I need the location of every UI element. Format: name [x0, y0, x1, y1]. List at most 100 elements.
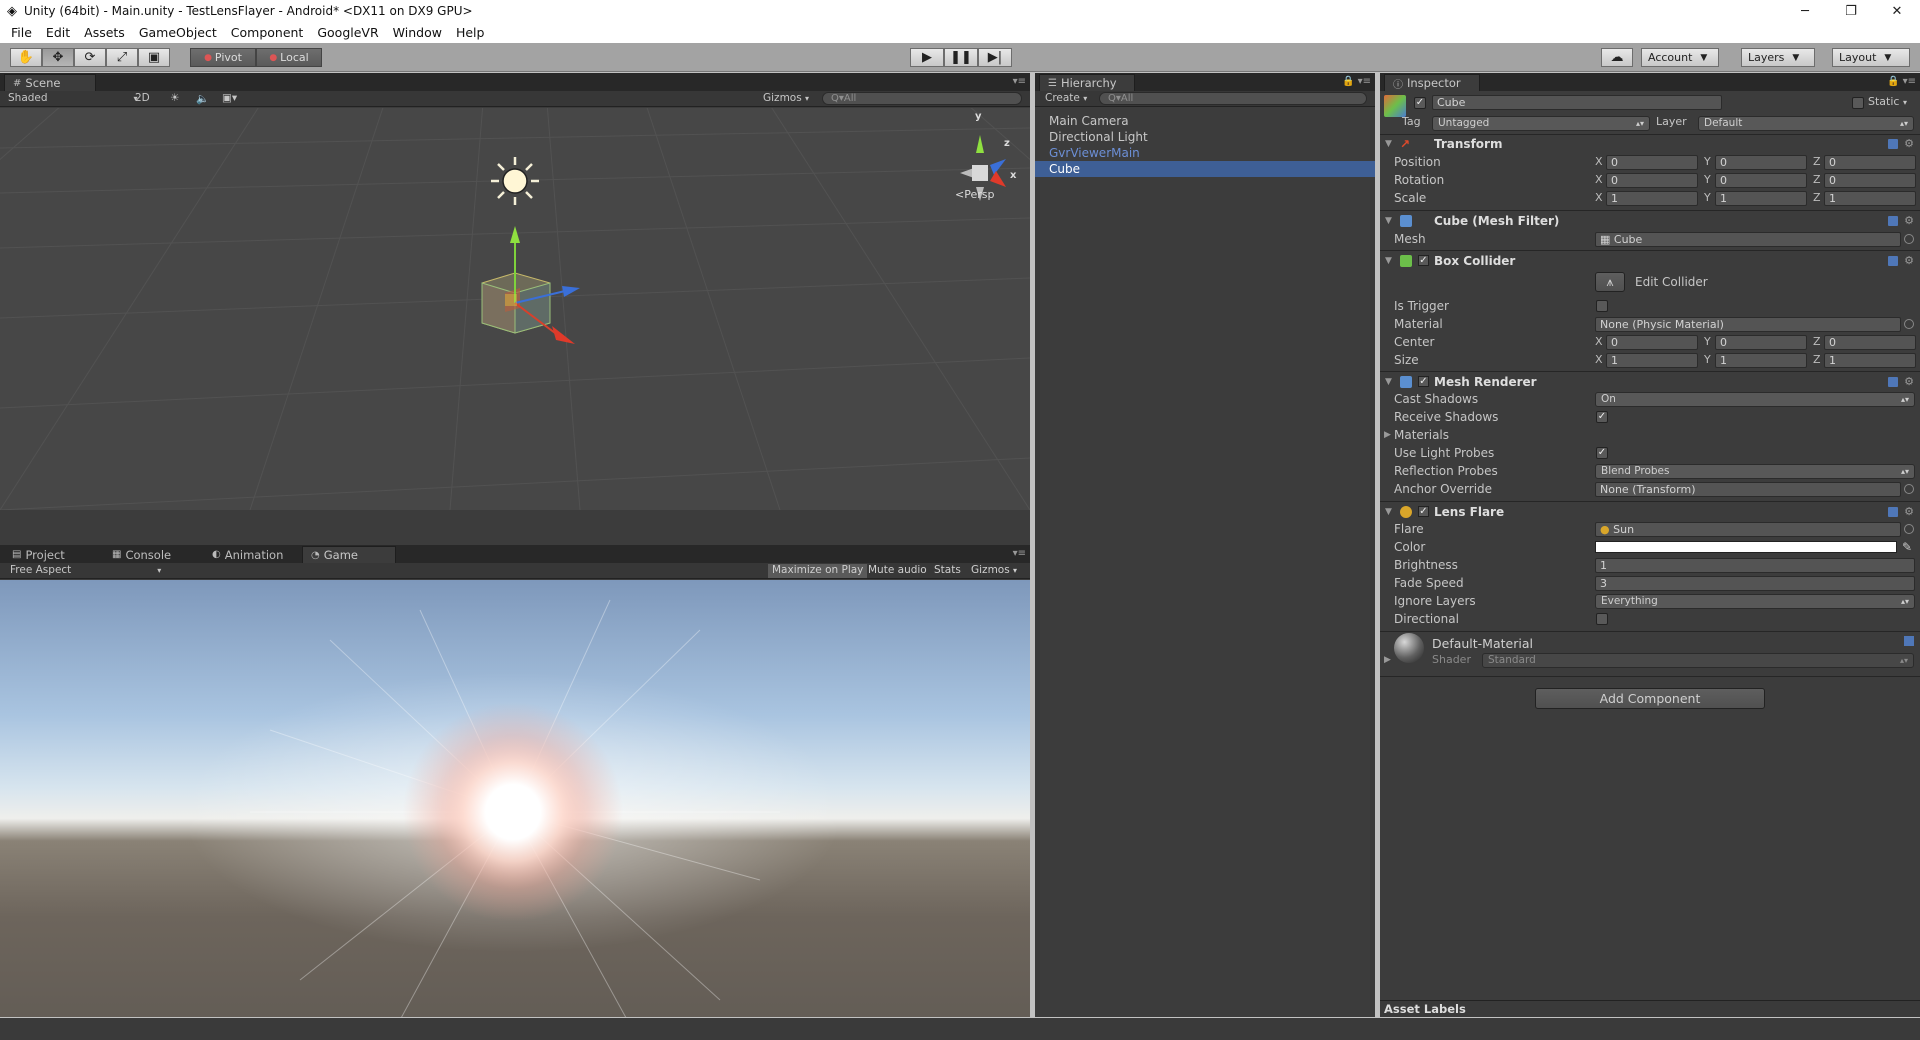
- hierarchy-item[interactable]: Cube: [1035, 161, 1375, 177]
- menu-file[interactable]: File: [4, 25, 39, 40]
- object-picker-icon[interactable]: [1904, 319, 1914, 329]
- rotate-tool-button[interactable]: ⟳: [74, 48, 106, 67]
- play-button[interactable]: ▶: [910, 48, 944, 67]
- gizmos-dropdown[interactable]: Gizmos ▾: [763, 92, 809, 104]
- tab-inspector[interactable]: ⓘ Inspector: [1384, 74, 1480, 91]
- shader-dropdown[interactable]: Standard ▴▾: [1482, 653, 1914, 668]
- materials-row[interactable]: ▶ Materials: [1380, 426, 1920, 444]
- rotation-y-field[interactable]: 0: [1715, 173, 1807, 188]
- lighting-toggle-icon[interactable]: ☀: [170, 92, 179, 104]
- mesh-renderer-enabled-checkbox[interactable]: ✓: [1418, 376, 1429, 387]
- lens-flare-enabled-checkbox[interactable]: ✓: [1418, 506, 1429, 517]
- panel-menu-icon[interactable]: 🔒 ▾≡: [1887, 76, 1916, 87]
- scale-y-field[interactable]: 1: [1715, 191, 1807, 206]
- size-x-field[interactable]: 1: [1606, 353, 1698, 368]
- is-trigger-checkbox[interactable]: [1596, 300, 1608, 312]
- directional-checkbox[interactable]: [1596, 613, 1608, 625]
- object-picker-icon[interactable]: [1904, 484, 1914, 494]
- ignore-layers-dropdown[interactable]: Everything ▴▾: [1595, 594, 1915, 609]
- menu-component[interactable]: Component: [224, 25, 311, 40]
- maximize-on-play-toggle[interactable]: Maximize on Play: [768, 564, 868, 578]
- mesh-renderer-header[interactable]: ▼ ✓ Mesh Renderer ⚙: [1380, 373, 1920, 391]
- pivot-button[interactable]: ● Pivot: [190, 48, 256, 67]
- panel-menu-icon[interactable]: ▾≡: [1013, 548, 1026, 559]
- center-x-field[interactable]: 0: [1606, 335, 1698, 350]
- cloud-button[interactable]: ☁: [1601, 48, 1633, 67]
- box-collider-enabled-checkbox[interactable]: ✓: [1418, 255, 1429, 266]
- rect-tool-button[interactable]: ▣: [138, 48, 170, 67]
- mute-audio-toggle[interactable]: Mute audio: [864, 564, 931, 578]
- reflection-probes-dropdown[interactable]: Blend Probes ▴▾: [1595, 464, 1915, 479]
- object-picker-icon[interactable]: [1904, 524, 1914, 534]
- tab-console[interactable]: ▦ Console: [104, 546, 194, 563]
- cast-shadows-dropdown[interactable]: On ▴▾: [1595, 392, 1915, 407]
- hierarchy-item[interactable]: Directional Light: [1035, 129, 1375, 145]
- color-swatch[interactable]: [1595, 541, 1897, 553]
- gear-icon[interactable]: ⚙: [1904, 373, 1914, 391]
- light-probes-checkbox[interactable]: ✓: [1596, 447, 1608, 459]
- gizmos-toggle[interactable]: Gizmos ▾: [967, 564, 1021, 578]
- receive-shadows-checkbox[interactable]: ✓: [1596, 411, 1608, 423]
- scale-tool-button[interactable]: ⤢: [106, 48, 138, 67]
- panel-menu-icon[interactable]: 🔒 ▾≡: [1342, 76, 1371, 87]
- account-dropdown[interactable]: Account ▼: [1641, 48, 1719, 67]
- static-checkbox[interactable]: [1852, 97, 1864, 109]
- pause-button[interactable]: ❚❚: [944, 48, 978, 67]
- help-icon[interactable]: [1888, 507, 1898, 517]
- scale-x-field[interactable]: 1: [1606, 191, 1698, 206]
- collider-material-field[interactable]: None (Physic Material): [1595, 317, 1901, 332]
- effects-toggle-icon[interactable]: ▣▾: [222, 92, 237, 104]
- anchor-override-field[interactable]: None (Transform): [1595, 482, 1901, 497]
- edit-collider-button[interactable]: ⩚: [1595, 272, 1625, 292]
- scene-search-input[interactable]: Q▾All: [822, 92, 1022, 105]
- hand-tool-button[interactable]: ✋: [10, 48, 42, 67]
- gear-icon[interactable]: ⚙: [1904, 503, 1914, 521]
- center-z-field[interactable]: 0: [1824, 335, 1916, 350]
- help-icon[interactable]: [1904, 636, 1914, 646]
- menu-googlevr[interactable]: GoogleVR: [310, 25, 385, 40]
- fold-right-icon[interactable]: ▶: [1384, 655, 1391, 665]
- stats-toggle[interactable]: Stats: [930, 564, 965, 578]
- hierarchy-item[interactable]: Main Camera: [1035, 113, 1375, 129]
- panel-menu-icon[interactable]: ▾≡: [1013, 76, 1026, 87]
- position-z-field[interactable]: 0: [1824, 155, 1916, 170]
- menu-edit[interactable]: Edit: [39, 25, 77, 40]
- minimize-icon[interactable]: ─: [1782, 0, 1828, 22]
- scene-viewport[interactable]: y z x <Persp: [0, 108, 1030, 510]
- tab-project[interactable]: ▤ Project: [4, 546, 94, 563]
- position-y-field[interactable]: 0: [1715, 155, 1807, 170]
- rotation-x-field[interactable]: 0: [1606, 173, 1698, 188]
- flare-field[interactable]: ● Sun: [1595, 522, 1901, 537]
- help-icon[interactable]: [1888, 216, 1898, 226]
- menu-gameobject[interactable]: GameObject: [132, 25, 224, 40]
- help-icon[interactable]: [1888, 139, 1898, 149]
- gear-icon[interactable]: ⚙: [1904, 212, 1914, 230]
- audio-toggle-icon[interactable]: 🔈: [196, 92, 209, 105]
- step-button[interactable]: ▶|: [978, 48, 1012, 67]
- lens-flare-header[interactable]: ▼ ✓ Lens Flare ⚙: [1380, 503, 1920, 521]
- hierarchy-item[interactable]: GvrViewerMain: [1035, 145, 1375, 161]
- size-z-field[interactable]: 1: [1824, 353, 1916, 368]
- local-button[interactable]: ● Local: [256, 48, 322, 67]
- tab-hierarchy[interactable]: ☰ Hierarchy: [1039, 74, 1135, 91]
- active-checkbox[interactable]: ✓: [1414, 97, 1426, 109]
- tab-scene[interactable]: # Scene: [4, 74, 96, 91]
- scale-z-field[interactable]: 1: [1824, 191, 1916, 206]
- mesh-field[interactable]: ▦ Cube: [1595, 232, 1901, 247]
- menu-window[interactable]: Window: [386, 25, 449, 40]
- fade-speed-field[interactable]: 3: [1595, 576, 1915, 591]
- menu-help[interactable]: Help: [449, 25, 492, 40]
- size-y-field[interactable]: 1: [1715, 353, 1807, 368]
- position-x-field[interactable]: 0: [1606, 155, 1698, 170]
- rotation-z-field[interactable]: 0: [1824, 173, 1916, 188]
- 2d-toggle[interactable]: 2D: [135, 92, 150, 104]
- layer-dropdown[interactable]: Default ▴▾: [1698, 116, 1914, 131]
- hierarchy-search-input[interactable]: Q▾All: [1099, 92, 1367, 105]
- transform-header[interactable]: ▼ ↗ Transform ⚙: [1380, 135, 1920, 153]
- tab-game[interactable]: ◔ Game: [302, 546, 396, 563]
- shading-dropdown[interactable]: Shaded ▾: [8, 92, 138, 104]
- aspect-dropdown[interactable]: Free Aspect ▾: [10, 564, 161, 576]
- close-icon[interactable]: ✕: [1874, 0, 1920, 22]
- layers-dropdown[interactable]: Layers ▼: [1741, 48, 1815, 67]
- persp-label[interactable]: <Persp: [955, 188, 994, 201]
